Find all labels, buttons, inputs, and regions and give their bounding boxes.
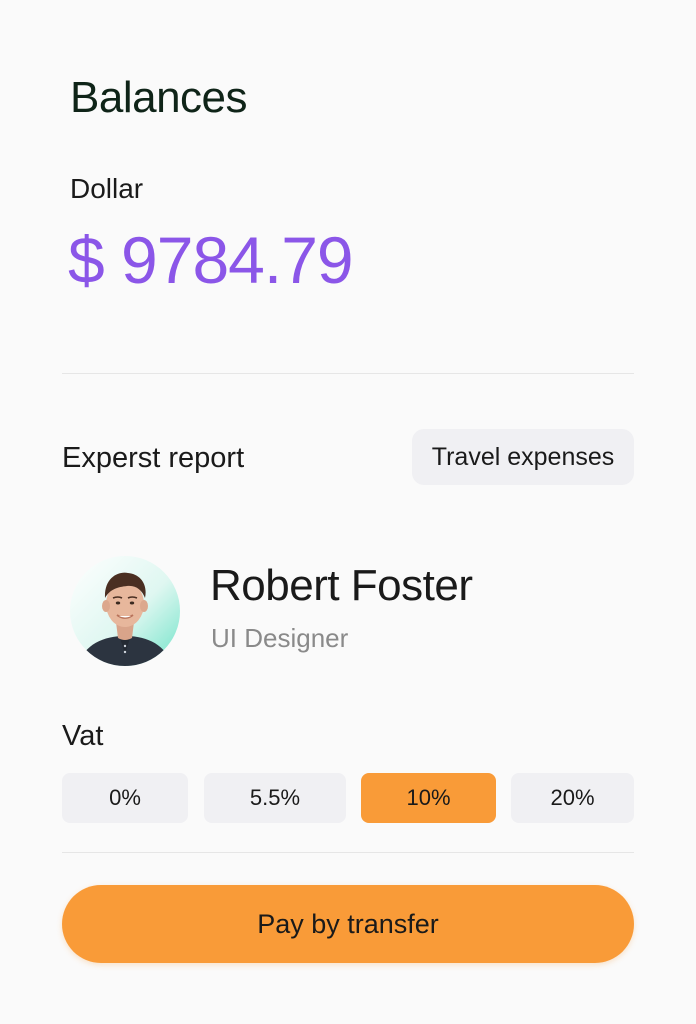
page-title: Balances (70, 73, 248, 122)
category-chip[interactable]: Travel expenses (412, 429, 634, 485)
divider-bottom (62, 852, 634, 853)
vat-label: Vat (62, 720, 104, 752)
divider-top (62, 373, 634, 374)
vat-option-0[interactable]: 0% (62, 773, 188, 823)
avatar-image (70, 556, 180, 666)
person-role: UI Designer (211, 623, 349, 653)
report-label: Experst report (62, 442, 245, 474)
currency-label: Dollar (70, 173, 144, 204)
pay-by-transfer-button[interactable]: Pay by transfer (62, 885, 634, 963)
person-name: Robert Foster (210, 561, 473, 610)
vat-option-20[interactable]: 20% (511, 773, 634, 823)
vat-option-5-5[interactable]: 5.5% (204, 773, 346, 823)
vat-option-10[interactable]: 10% (361, 773, 496, 823)
balance-amount: $ 9784.79 (68, 223, 354, 297)
avatar (70, 556, 180, 666)
